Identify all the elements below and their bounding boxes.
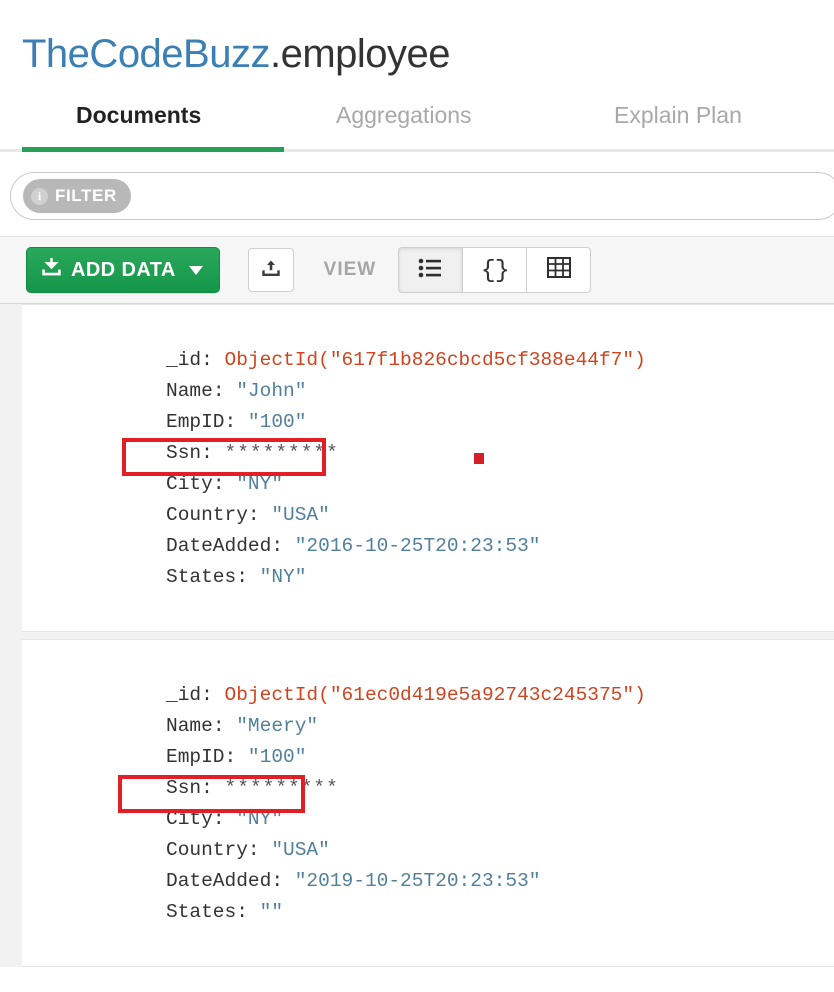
- field-key: States: [166, 566, 237, 588]
- field-value: "NY": [236, 473, 284, 495]
- document-field: _id: ObjectId("61ec0d419e5a92743c245375"…: [40, 680, 834, 711]
- field-value: ObjectId("61ec0d419e5a92743c245375"): [224, 684, 646, 706]
- add-data-label: ADD DATA: [71, 258, 176, 281]
- field-value: "100": [247, 411, 307, 433]
- document-card[interactable]: _id: ObjectId("617f1b826cbcd5cf388e44f7"…: [22, 304, 834, 632]
- field-value: "NY": [236, 808, 284, 830]
- field-separator: :: [212, 808, 237, 830]
- field-value: "NY": [259, 566, 307, 588]
- field-separator: :: [271, 870, 295, 892]
- tab-bar: Documents Aggregations Explain Plan: [0, 96, 834, 152]
- field-key: Name: [166, 715, 213, 737]
- field-separator: :: [247, 504, 272, 526]
- download-tray-icon: [41, 257, 62, 283]
- field-separator: :: [201, 442, 225, 464]
- field-separator: :: [271, 535, 295, 557]
- field-key: Country: [166, 839, 248, 861]
- field-key: DateAdded: [166, 535, 272, 557]
- documents-list: _id: ObjectId("617f1b826cbcd5cf388e44f7"…: [0, 304, 834, 967]
- field-separator: :: [212, 380, 237, 402]
- document-field: Ssn: *********: [40, 438, 834, 469]
- field-separator: :: [212, 715, 237, 737]
- page-title: TheCodeBuzz.employee: [0, 0, 834, 78]
- field-key: Name: [166, 380, 213, 402]
- document-field: City: "NY": [40, 804, 834, 835]
- field-key: Country: [166, 504, 248, 526]
- field-separator: :: [236, 901, 260, 923]
- field-key: _id: [166, 349, 202, 371]
- field-key: Ssn: [166, 442, 202, 464]
- list-view-button[interactable]: [398, 247, 464, 293]
- filter-badge-label: FILTER: [55, 186, 117, 205]
- field-value: "John": [236, 380, 307, 402]
- filter-badge[interactable]: i FILTER: [23, 179, 131, 213]
- field-value: "USA": [271, 839, 330, 861]
- info-icon: i: [31, 187, 48, 205]
- annotation-dot: [474, 453, 484, 464]
- field-key: States: [166, 901, 237, 923]
- field-separator: :: [212, 473, 237, 495]
- field-value: "Meery": [236, 715, 319, 737]
- field-key: Ssn: [166, 777, 202, 799]
- tab-explain-plan[interactable]: Explain Plan: [614, 102, 742, 129]
- document-field: States: "NY": [40, 562, 834, 593]
- field-key: _id: [166, 684, 202, 706]
- document-field: _id: ObjectId("617f1b826cbcd5cf388e44f7"…: [40, 345, 834, 376]
- document-field: EmpID: "100": [40, 742, 834, 773]
- table-grid-icon: [546, 257, 571, 283]
- field-value: "2019-10-25T20:23:53": [294, 870, 541, 892]
- field-separator: :: [201, 777, 225, 799]
- document-field: Name: "Meery": [40, 711, 834, 742]
- field-value: "2016-10-25T20:23:53": [294, 535, 541, 557]
- documents-toolbar: ADD DATA VIEW {}: [0, 236, 834, 304]
- document-card[interactable]: _id: ObjectId("61ec0d419e5a92743c245375"…: [22, 639, 834, 967]
- field-key: DateAdded: [166, 870, 272, 892]
- field-value: *********: [224, 442, 339, 464]
- view-mode-group: {}: [398, 247, 592, 293]
- document-field: Country: "USA": [40, 835, 834, 866]
- filter-input[interactable]: [130, 173, 834, 219]
- document-field: Ssn: *********: [40, 773, 834, 804]
- list-icon: [418, 258, 443, 283]
- document-field: DateAdded: "2016-10-25T20:23:53": [40, 531, 834, 562]
- document-field: States: "": [40, 897, 834, 928]
- field-key: EmpID: [166, 746, 225, 768]
- document-field: DateAdded: "2019-10-25T20:23:53": [40, 866, 834, 897]
- document-field: Name: "John": [40, 376, 834, 407]
- filter-row: i FILTER: [0, 152, 834, 236]
- tab-aggregations[interactable]: Aggregations: [336, 102, 472, 129]
- field-separator: :: [247, 839, 272, 861]
- field-separator: :: [201, 349, 225, 371]
- field-value: *********: [224, 777, 339, 799]
- field-separator: :: [224, 746, 248, 768]
- filter-bar[interactable]: i FILTER: [10, 172, 834, 220]
- document-field: EmpID: "100": [40, 407, 834, 438]
- view-label: VIEW: [323, 259, 377, 280]
- page-title-collection: .employee: [269, 32, 451, 76]
- document-field: Country: "USA": [40, 500, 834, 531]
- field-value: ObjectId("617f1b826cbcd5cf388e44f7"): [224, 349, 646, 371]
- field-separator: :: [236, 566, 260, 588]
- export-upload-icon: [261, 258, 281, 283]
- field-separator: :: [224, 411, 248, 433]
- document-field: City: "NY": [40, 469, 834, 500]
- field-value: "100": [247, 746, 307, 768]
- page-title-brand: TheCodeBuzz: [22, 32, 270, 76]
- json-view-button[interactable]: {}: [462, 247, 528, 293]
- field-separator: :: [201, 684, 225, 706]
- field-key: EmpID: [166, 411, 225, 433]
- field-value: "USA": [271, 504, 330, 526]
- add-data-button[interactable]: ADD DATA: [26, 247, 220, 293]
- field-key: City: [166, 473, 213, 495]
- field-key: City: [166, 808, 213, 830]
- active-tab-indicator: [22, 147, 284, 152]
- tab-documents[interactable]: Documents: [76, 102, 201, 129]
- export-button[interactable]: [247, 248, 294, 292]
- chevron-down-icon: [188, 265, 203, 275]
- braces-icon: {}: [480, 255, 510, 285]
- table-view-button[interactable]: [526, 247, 592, 293]
- field-value: "": [259, 901, 284, 923]
